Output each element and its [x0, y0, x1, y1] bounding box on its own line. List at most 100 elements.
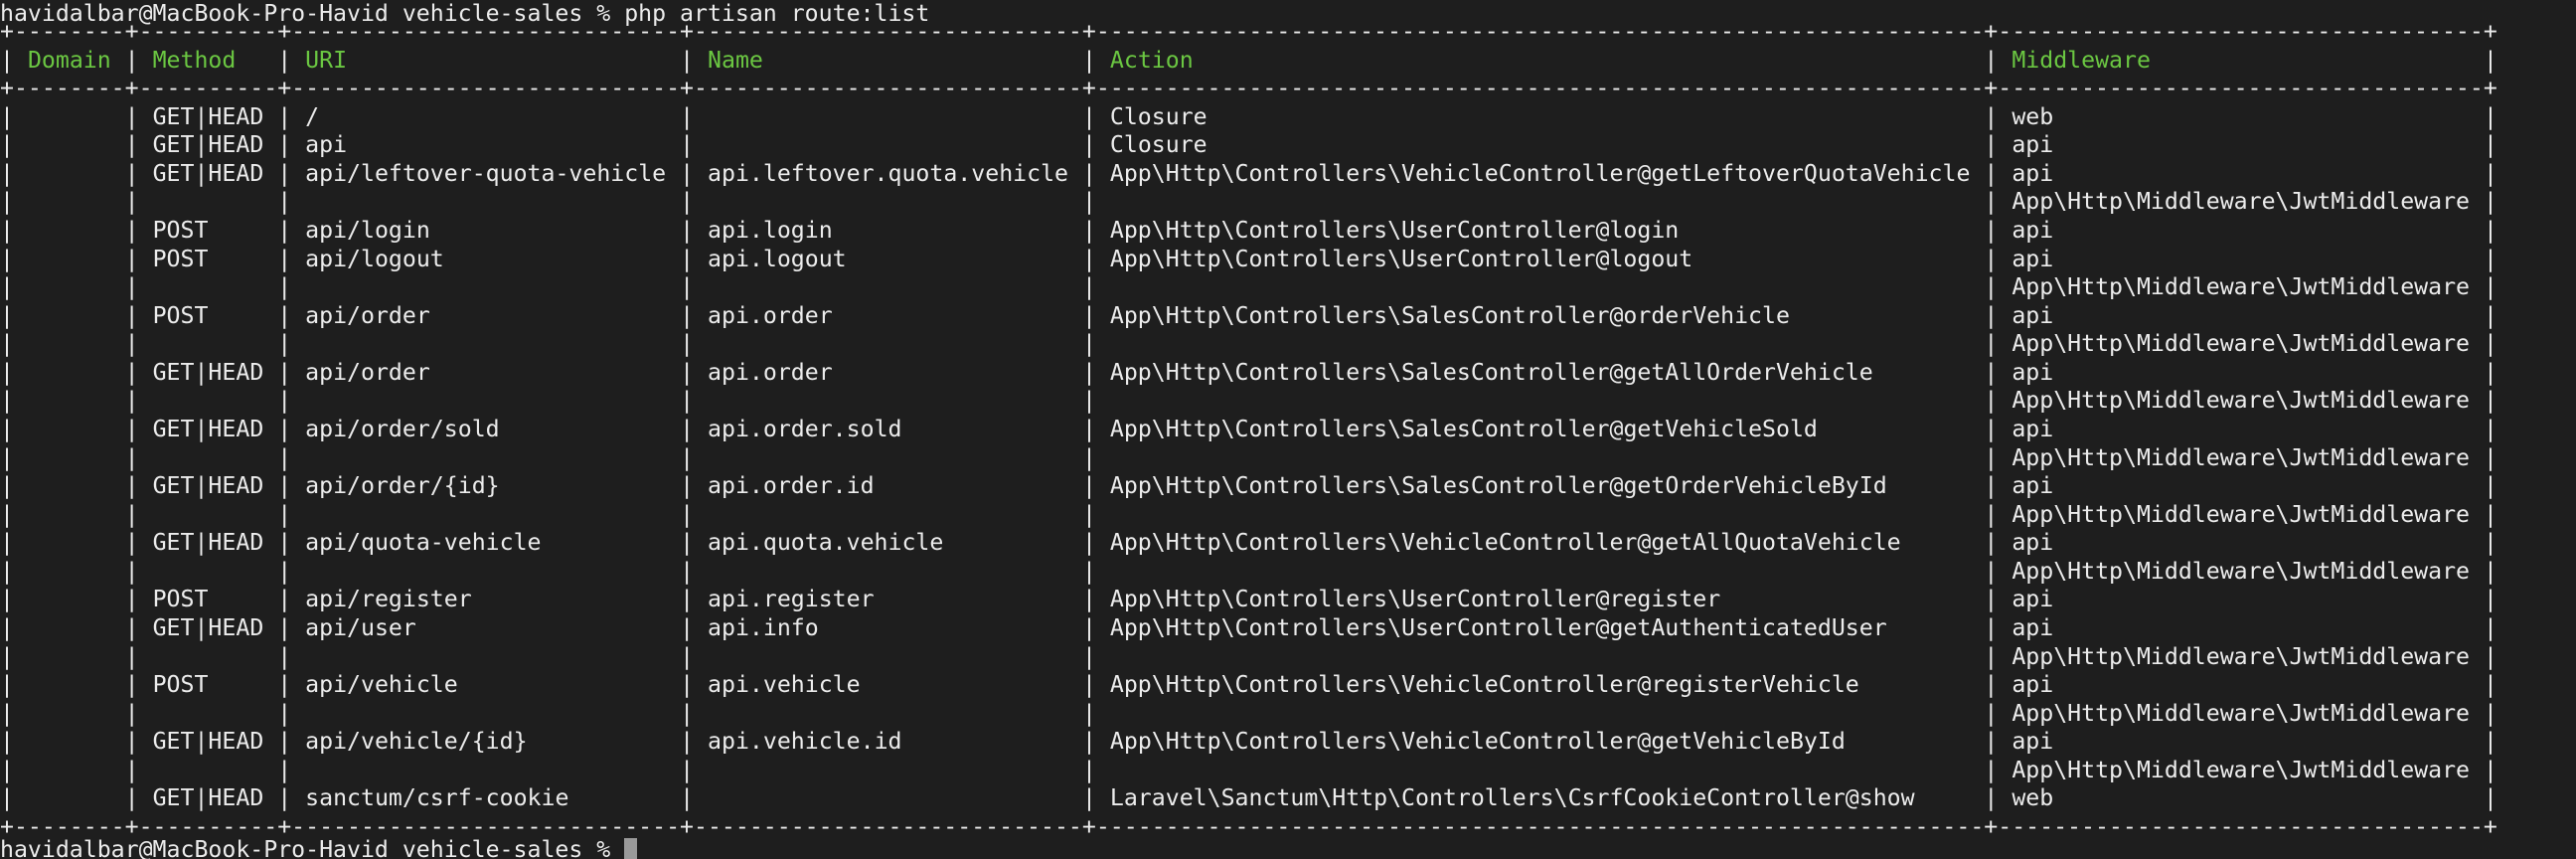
cell-uri: api — [305, 131, 348, 159]
cell-uri: api/order/{id} — [305, 472, 500, 500]
table-row: | | | | | | App\Http\Middleware\JwtMiddl… — [0, 273, 2497, 301]
cell-uri: api/login — [305, 217, 430, 244]
cell-uri: / — [305, 102, 320, 130]
cell-uri: api/vehicle — [305, 671, 458, 699]
table-row: | | GET|HEAD | / | | Closure | web | — [0, 102, 2497, 130]
column-header-action: Action — [1109, 46, 1194, 74]
cell-middleware: api — [2012, 529, 2054, 557]
cell-action: Laravel\Sanctum\Http\Controllers\CsrfCoo… — [1109, 784, 1915, 812]
cell-action: App\Http\Controllers\UserController@logi… — [1109, 217, 1680, 244]
table-row: | | POST | api/vehicle | api.vehicle | A… — [0, 671, 2497, 699]
cell-method: GET|HEAD — [152, 358, 264, 386]
cell-uri: api/order — [305, 358, 430, 386]
cell-middleware: api — [2012, 301, 2054, 329]
cell-middleware: App\Http\Middleware\JwtMiddleware — [2012, 273, 2470, 301]
table-row: | | | | | | App\Http\Middleware\JwtMiddl… — [0, 500, 2497, 528]
table-row: | | | | | | App\Http\Middleware\JwtMiddl… — [0, 557, 2497, 585]
cell-uri: api/leftover-quota-vehicle — [305, 159, 667, 187]
column-header-middleware: Middleware — [2012, 46, 2151, 74]
cell-middleware: api — [2012, 159, 2054, 187]
cell-name: api.vehicle — [708, 671, 861, 699]
cell-middleware: api — [2012, 217, 2054, 244]
cell-method: GET|HEAD — [152, 159, 264, 187]
cell-middleware: App\Http\Middleware\JwtMiddleware — [2012, 699, 2470, 727]
cell-action: App\Http\Controllers\SalesController@get… — [1109, 416, 1818, 442]
cell-method: POST — [152, 671, 209, 699]
cell-name: api.order — [708, 301, 833, 329]
table-row: | | POST | api/login | api.login | App\H… — [0, 217, 2497, 244]
cell-action: Closure — [1109, 131, 1208, 159]
cell-middleware: api — [2012, 358, 2054, 386]
cell-method: GET|HEAD — [152, 472, 264, 500]
cell-action: App\Http\Controllers\UserController@regi… — [1109, 586, 1721, 613]
cell-middleware: api — [2012, 472, 2054, 500]
cell-method: GET|HEAD — [152, 784, 264, 812]
table-row: | | GET|HEAD | api | | Closure | api | — [0, 131, 2497, 159]
table-row: | | | | | | App\Http\Middleware\JwtMiddl… — [0, 188, 2497, 216]
column-header-domain: Domain — [27, 46, 111, 74]
table-row: | | GET|HEAD | api/user | api.info | App… — [0, 614, 2497, 641]
cell-middleware: api — [2012, 416, 2054, 442]
cell-method: GET|HEAD — [152, 728, 264, 756]
cell-uri: sanctum/csrf-cookie — [305, 784, 569, 812]
table-row: | | | | | | App\Http\Middleware\JwtMiddl… — [0, 699, 2497, 727]
cell-middleware: api — [2012, 245, 2054, 272]
table-row: | | GET|HEAD | api/vehicle/{id} | api.ve… — [0, 728, 2497, 756]
cell-method: POST — [152, 217, 209, 244]
cell-uri: api/order — [305, 301, 430, 329]
column-header-method: Method — [152, 46, 237, 74]
cell-action: App\Http\Controllers\VehicleController@g… — [1109, 728, 1846, 756]
cell-middleware: api — [2012, 131, 2054, 159]
table-row: | | | | | | App\Http\Middleware\JwtMiddl… — [0, 387, 2497, 415]
cell-action: App\Http\Controllers\SalesController@get… — [1109, 472, 1887, 500]
prompt-line[interactable]: havidalbar@MacBook-Pro-Havid vehicle-sal… — [0, 836, 638, 859]
cell-uri: api/quota-vehicle — [305, 529, 542, 557]
cell-method: GET|HEAD — [152, 614, 264, 641]
table-row: | | | | | | App\Http\Middleware\JwtMiddl… — [0, 756, 2497, 783]
cell-name: api.info — [708, 614, 819, 641]
table-border: +--------+----------+-------------------… — [0, 75, 2497, 102]
cell-middleware: api — [2012, 671, 2054, 699]
cell-middleware: web — [2012, 102, 2054, 130]
cell-action: App\Http\Controllers\VehicleController@g… — [1109, 529, 1901, 557]
cell-middleware: App\Http\Middleware\JwtMiddleware — [2012, 188, 2470, 216]
cell-middleware: App\Http\Middleware\JwtMiddleware — [2012, 500, 2470, 528]
table-row: | | GET|HEAD | api/order/sold | api.orde… — [0, 416, 2497, 442]
cell-middleware: api — [2012, 614, 2054, 641]
cell-action: App\Http\Controllers\SalesController@get… — [1109, 358, 1873, 386]
cell-name: api.order.id — [708, 472, 875, 500]
cell-name: api.vehicle.id — [708, 728, 902, 756]
cell-uri: api/user — [305, 614, 416, 641]
terminal-window[interactable]: havidalbar@MacBook-Pro-Havid vehicle-sal… — [0, 0, 2576, 859]
table-row: | | | | | | App\Http\Middleware\JwtMiddl… — [0, 330, 2497, 358]
table-header-row: | Domain | Method | URI | Name | Action … — [0, 46, 2497, 74]
table-row: | | GET|HEAD | api/order | api.order | A… — [0, 358, 2497, 386]
cell-method: GET|HEAD — [152, 131, 264, 159]
cell-method: POST — [152, 245, 209, 272]
cell-middleware: App\Http\Middleware\JwtMiddleware — [2012, 387, 2470, 415]
cell-middleware: api — [2012, 728, 2054, 756]
cell-action: App\Http\Controllers\SalesController@ord… — [1109, 301, 1790, 329]
cell-middleware: App\Http\Middleware\JwtMiddleware — [2012, 756, 2470, 783]
cell-action: App\Http\Controllers\UserController@getA… — [1109, 614, 1887, 641]
column-header-uri: URI — [305, 46, 348, 74]
cell-method: GET|HEAD — [152, 529, 264, 557]
table-row: | | POST | api/logout | api.logout | App… — [0, 245, 2497, 272]
cell-middleware: App\Http\Middleware\JwtMiddleware — [2012, 330, 2470, 358]
cell-action: App\Http\Controllers\VehicleController@g… — [1109, 159, 1971, 187]
cell-method: GET|HEAD — [152, 416, 264, 442]
cell-method: GET|HEAD — [152, 102, 264, 130]
cell-middleware: App\Http\Middleware\JwtMiddleware — [2012, 642, 2470, 670]
table-border: +--------+----------+-------------------… — [0, 18, 2497, 45]
table-row: | | GET|HEAD | api/leftover-quota-vehicl… — [0, 159, 2497, 187]
table-row: | | | | | | App\Http\Middleware\JwtMiddl… — [0, 443, 2497, 471]
cell-name: api.order — [708, 358, 833, 386]
cell-uri: api/vehicle/{id} — [305, 728, 528, 756]
cell-method: POST — [152, 586, 209, 613]
cell-name: api.register — [708, 586, 875, 613]
cell-name: api.logout — [708, 245, 847, 272]
table-row: | | | | | | App\Http\Middleware\JwtMiddl… — [0, 642, 2497, 670]
cell-action: App\Http\Controllers\VehicleController@r… — [1109, 671, 1859, 699]
cell-uri: api/order/sold — [305, 416, 500, 442]
cell-name: api.login — [708, 217, 833, 244]
